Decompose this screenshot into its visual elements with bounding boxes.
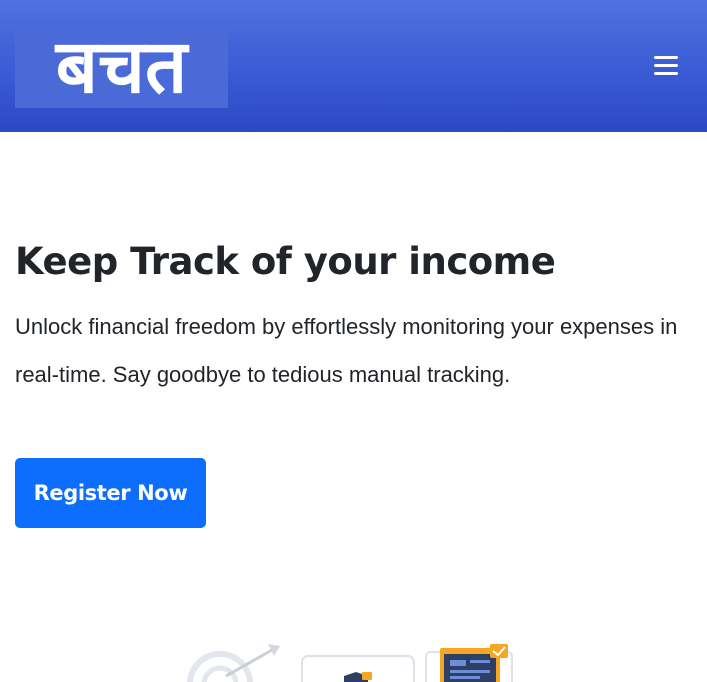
hamburger-line (654, 72, 678, 75)
hero-illustration (180, 640, 540, 682)
target-icon (187, 644, 280, 682)
hero-title: Keep Track of your income (15, 240, 556, 283)
dashboard-card-icon (425, 644, 513, 682)
hamburger-line (654, 56, 678, 59)
shield-icon (301, 655, 415, 682)
hamburger-line (654, 64, 678, 67)
navbar: बचत (0, 0, 707, 132)
hero-description: Unlock financial freedom by effortlessly… (15, 314, 678, 387)
register-now-button[interactable]: Register Now (15, 458, 206, 528)
hamburger-icon[interactable] (650, 54, 682, 78)
brand-logo[interactable]: बचत (15, 26, 228, 108)
